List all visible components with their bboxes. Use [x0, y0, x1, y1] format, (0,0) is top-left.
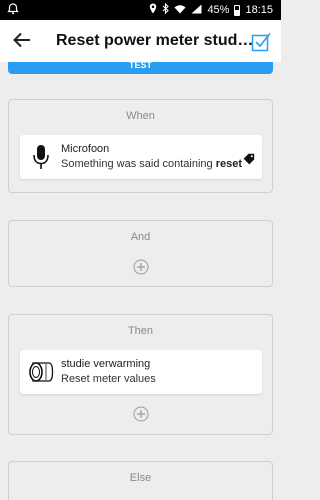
then-card-title: studie verwarming — [61, 358, 151, 370]
microphone-icon — [28, 143, 54, 171]
app-bar: Reset power meter studie verwarming — [0, 20, 281, 62]
and-label: And — [130, 231, 151, 243]
when-card-subtitle-text: Something was said containing — [61, 158, 213, 170]
when-card-subtitle: Something was said containing reset — [61, 158, 242, 170]
back-arrow-icon[interactable] — [10, 28, 34, 52]
battery-percent: 45% — [207, 4, 230, 16]
page-title: Reset power meter studie verwarming — [56, 32, 254, 49]
and-add-icon[interactable] — [133, 259, 149, 275]
else-label: Else — [129, 472, 152, 484]
wifi-icon — [174, 4, 186, 17]
signal-icon — [191, 4, 202, 17]
power-meter-icon — [28, 358, 54, 386]
when-card[interactable]: Microfoon Something was said containing … — [20, 135, 262, 179]
bluetooth-icon — [162, 2, 170, 17]
then-section: Then studie verwarming Reset meter value… — [8, 314, 273, 435]
battery-icon — [234, 4, 241, 16]
save-checkbox-icon[interactable] — [251, 32, 271, 52]
status-bar: 45% 18:15 — [0, 0, 281, 20]
then-label: Then — [127, 325, 154, 337]
notification-icon — [7, 3, 19, 18]
test-button[interactable]: TEST — [8, 62, 273, 74]
when-label: When — [126, 110, 155, 122]
clock: 18:15 — [245, 4, 273, 16]
else-section: Else — [8, 461, 273, 500]
then-add-icon[interactable] — [133, 406, 149, 422]
when-section: When Microfoon Something was said contai… — [8, 99, 273, 193]
location-icon — [149, 3, 157, 17]
then-card[interactable]: studie verwarming Reset meter values — [20, 350, 262, 394]
tag-icon — [243, 152, 255, 165]
when-card-keyword: reset — [215, 158, 243, 170]
and-section: And — [8, 220, 273, 287]
then-card-subtitle: Reset meter values — [61, 373, 156, 385]
when-card-title: Microfoon — [61, 143, 110, 155]
